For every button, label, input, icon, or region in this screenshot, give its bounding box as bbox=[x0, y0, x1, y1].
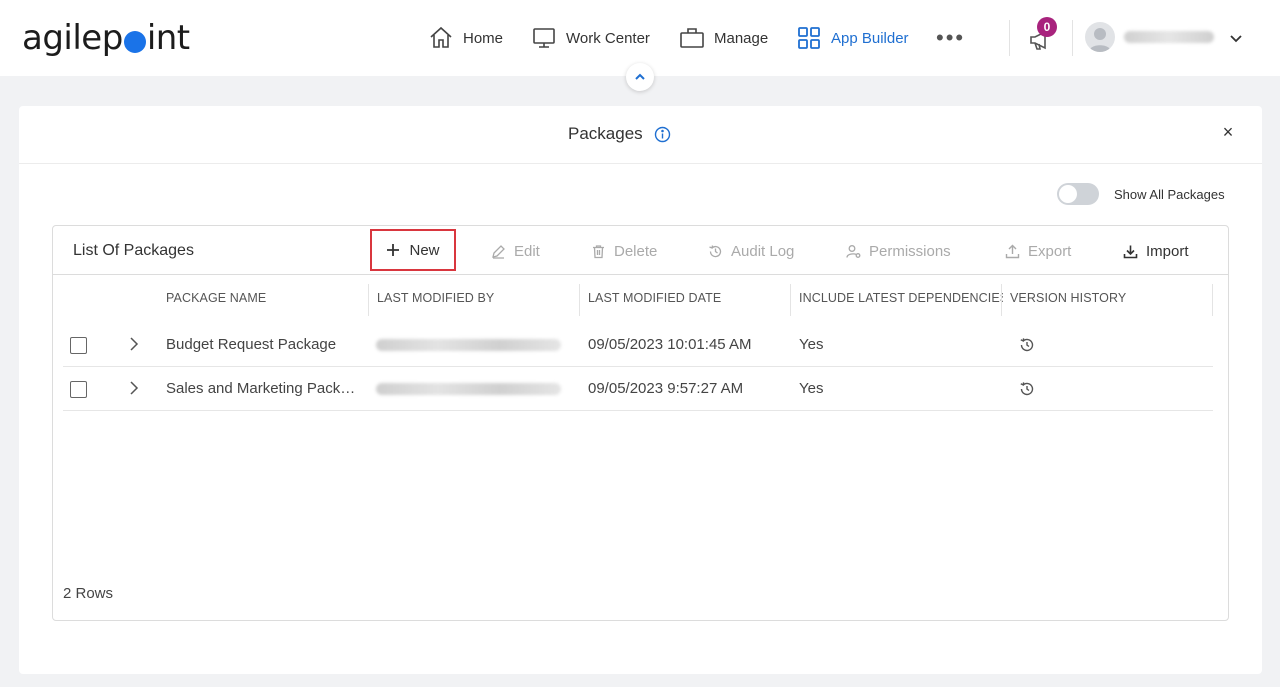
chevron-right-icon[interactable] bbox=[127, 379, 141, 397]
history-icon bbox=[709, 244, 722, 257]
table-row[interactable]: Sales and Marketing Packa... 09/05/2023 … bbox=[63, 367, 1213, 411]
user-key-icon bbox=[846, 244, 861, 258]
briefcase-icon bbox=[680, 28, 704, 48]
show-all-packages-label: Show All Packages bbox=[1114, 187, 1225, 202]
edit-button[interactable]: Edit bbox=[491, 240, 540, 262]
row-count: 2 Rows bbox=[63, 585, 114, 602]
new-button-label: New bbox=[409, 241, 440, 259]
info-icon[interactable] bbox=[654, 126, 671, 143]
collapse-header-button[interactable] bbox=[626, 63, 654, 91]
last-modified-by-redacted bbox=[376, 383, 561, 395]
pencil-icon bbox=[492, 244, 505, 259]
last-modified-date-cell: 09/05/2023 10:01:45 AM bbox=[588, 336, 752, 353]
nav-manage-label: Manage bbox=[714, 29, 769, 47]
show-all-packages-toggle[interactable] bbox=[1057, 183, 1099, 205]
audit-log-button[interactable]: Audit Log bbox=[708, 240, 794, 262]
panel-header: Packages × bbox=[19, 106, 1262, 164]
nav-home[interactable]: Home bbox=[428, 22, 503, 54]
username-redacted bbox=[1124, 31, 1214, 43]
panel-title: Packages bbox=[568, 124, 643, 143]
chevron-down-icon[interactable] bbox=[1228, 30, 1244, 46]
chevron-up-icon bbox=[635, 73, 645, 80]
last-modified-by-redacted bbox=[376, 339, 561, 351]
column-header-last-modified-date[interactable]: Last Modified Date bbox=[588, 291, 786, 305]
row-checkbox[interactable] bbox=[70, 381, 87, 398]
upload-icon bbox=[1005, 244, 1020, 258]
agilepoint-logo[interactable]: agilep int bbox=[22, 18, 190, 58]
delete-button[interactable]: Delete bbox=[591, 240, 657, 262]
nav-divider bbox=[1009, 20, 1010, 56]
audit-log-button-label: Audit Log bbox=[731, 242, 795, 260]
nav-app-builder-label: App Builder bbox=[831, 29, 909, 47]
chevron-right-icon[interactable] bbox=[127, 335, 141, 353]
permissions-button[interactable]: Permissions bbox=[846, 240, 951, 262]
plus-icon bbox=[387, 244, 400, 256]
trash-icon bbox=[593, 244, 604, 258]
nav-work-center[interactable]: Work Center bbox=[531, 22, 650, 54]
grid-title: List Of Packages bbox=[73, 242, 194, 259]
column-separator bbox=[368, 284, 369, 316]
import-button[interactable]: Import bbox=[1123, 240, 1189, 262]
export-button[interactable]: Export bbox=[1005, 240, 1071, 262]
nav-manage[interactable]: Manage bbox=[679, 22, 768, 54]
notification-badge: 0 bbox=[1037, 17, 1057, 37]
last-modified-date-cell: 09/05/2023 9:57:27 AM bbox=[588, 380, 744, 397]
nav-home-label: Home bbox=[463, 29, 504, 47]
include-dependencies-cell: Yes bbox=[799, 380, 824, 397]
close-icon[interactable]: × bbox=[1219, 123, 1237, 141]
new-button[interactable]: New bbox=[370, 229, 456, 271]
logo-dot bbox=[123, 31, 146, 53]
toggle-knob bbox=[1059, 185, 1077, 203]
table-row[interactable]: Budget Request Package 09/05/2023 10:01:… bbox=[63, 323, 1213, 367]
column-separator bbox=[1212, 284, 1213, 316]
user-icon bbox=[1089, 28, 1111, 52]
row-checkbox[interactable] bbox=[70, 337, 87, 354]
column-header-version-history[interactable]: Version History bbox=[1010, 291, 1210, 305]
home-icon bbox=[430, 26, 452, 48]
more-menu-icon[interactable]: ••• bbox=[936, 27, 965, 49]
export-button-label: Export bbox=[1028, 242, 1072, 260]
user-avatar[interactable] bbox=[1085, 22, 1115, 52]
column-separator bbox=[790, 284, 791, 316]
column-separator bbox=[1001, 284, 1002, 316]
version-history-icon[interactable] bbox=[1019, 337, 1035, 353]
download-icon bbox=[1123, 245, 1138, 258]
edit-button-label: Edit bbox=[514, 242, 540, 260]
column-header-include-latest-dependencies[interactable]: Include Latest Dependencies bbox=[799, 291, 1003, 305]
column-header-last-modified-by[interactable]: Last Modified By bbox=[377, 291, 575, 305]
packages-panel: Packages × Show All Packages List Of Pac… bbox=[19, 106, 1262, 674]
column-separator bbox=[579, 284, 580, 316]
include-dependencies-cell: Yes bbox=[799, 336, 824, 353]
package-name-cell: Sales and Marketing Packa... bbox=[166, 380, 361, 397]
nav-app-builder[interactable]: App Builder bbox=[796, 22, 909, 54]
nav-work-center-label: Work Center bbox=[566, 29, 650, 47]
import-button-label: Import bbox=[1146, 242, 1189, 260]
delete-button-label: Delete bbox=[614, 242, 658, 260]
monitor-icon bbox=[533, 28, 555, 48]
toolbar-divider bbox=[53, 274, 1228, 275]
nav-divider bbox=[1072, 20, 1073, 56]
column-header-package-name[interactable]: Package Name bbox=[166, 291, 364, 305]
package-name-cell: Budget Request Package bbox=[166, 336, 337, 353]
packages-grid: List Of Packages New Edit Delete Audit L… bbox=[52, 225, 1229, 621]
permissions-button-label: Permissions bbox=[869, 242, 951, 260]
app-grid-icon bbox=[798, 27, 820, 49]
version-history-icon[interactable] bbox=[1019, 381, 1035, 397]
